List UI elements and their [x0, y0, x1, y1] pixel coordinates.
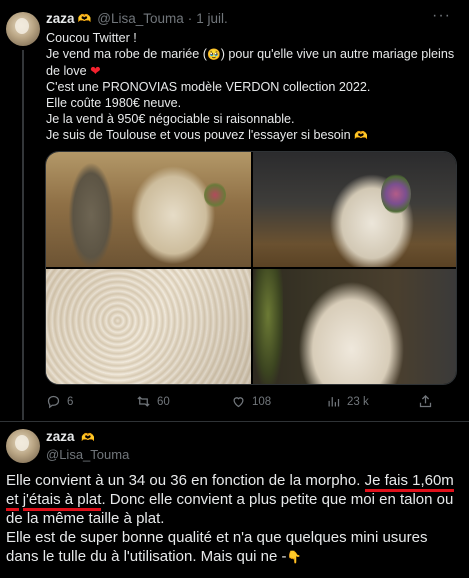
tweet-paragraph: Elle est de super bonne qualité et n'a q… [6, 528, 458, 567]
tweet-line: Coucou Twitter ! [46, 31, 137, 45]
author-handle[interactable]: @Lisa_Touma [97, 11, 184, 26]
lace-detail-photo[interactable] [46, 269, 251, 384]
media-grid [45, 151, 457, 385]
repost-icon [137, 396, 150, 407]
avatar[interactable] [6, 429, 40, 463]
tweet-text: Coucou Twitter ! Je vend ma robe de mari… [46, 30, 458, 144]
repost-count: 60 [157, 395, 170, 408]
reply-count: 6 [67, 395, 74, 408]
author-name[interactable]: zaza [46, 11, 75, 26]
reply-icon [47, 395, 60, 409]
red-heart-icon: ❤ [90, 64, 101, 78]
text-span: Je suis de Toulouse et vous pouvez l'ess… [46, 128, 355, 142]
heart-hands-icon: 🫶 [354, 130, 368, 142]
tweet-line: Je vend ma robe de mariée (🥹) pour qu'el… [46, 46, 458, 79]
repost-button[interactable]: 60 [136, 394, 170, 409]
tweet-main[interactable]: zaza 🫶 @Lisa_Touma · 1 juil. ··· Coucou … [0, 0, 469, 421]
thread-line [22, 50, 24, 420]
pleading-face-icon: 🥹 [207, 49, 221, 61]
pointing-down-icon: 👇 [286, 550, 302, 564]
share-icon [419, 394, 432, 408]
underlined-text: j'étais à plat [22, 491, 102, 511]
heart-icon [233, 397, 244, 408]
text-span: Elle est de super bonne qualité et n'a q… [6, 529, 428, 565]
tweet-line: Elle coûte 1980€ neuve. [46, 96, 182, 110]
views-icon [328, 397, 340, 407]
tweet-header: zaza 🫶 @Lisa_Touma · 1 juil. [46, 11, 228, 26]
avatar[interactable] [6, 12, 40, 46]
heart-hands-icon: 🫶 [81, 432, 95, 444]
tweet-date[interactable]: 1 juil. [196, 11, 228, 26]
tweet-line: Je la vend à 950€ négociable si raisonna… [46, 112, 295, 126]
tweet-header: zaza 🫶 [46, 429, 95, 444]
wedding-couple-photo[interactable] [46, 152, 251, 267]
text-span: Elle convient à un 34 ou 36 en fonction … [6, 472, 365, 489]
separator-dot: · [187, 11, 193, 26]
like-button[interactable]: 108 [231, 394, 271, 409]
author-name[interactable]: zaza [46, 429, 75, 444]
tweet-reply[interactable]: zaza 🫶 @Lisa_Touma Elle convient à un 34… [0, 422, 469, 578]
tweet-line: C'est une PRONOVIAS modèle VERDON collec… [46, 80, 371, 94]
dress-bouquet-photo[interactable] [253, 152, 456, 267]
views-count: 23 k [347, 395, 369, 408]
tweet-text: Elle convient à un 34 ou 36 en fonction … [6, 471, 458, 567]
action-bar: 6 60 108 23 k [46, 394, 458, 412]
tweet-paragraph: Elle convient à un 34 ou 36 en fonction … [6, 471, 458, 528]
text-span: Je vend ma robe de mariée ( [46, 47, 208, 61]
share-button[interactable] [418, 394, 433, 409]
views-button[interactable]: 23 k [326, 394, 369, 409]
more-options-icon[interactable]: ··· [432, 7, 451, 25]
dress-skirt-photo[interactable] [253, 269, 456, 384]
like-count: 108 [252, 395, 272, 408]
author-handle[interactable]: @Lisa_Touma [46, 447, 129, 462]
reply-button[interactable]: 6 [46, 394, 73, 409]
tweet-line: Je suis de Toulouse et vous pouvez l'ess… [46, 127, 458, 144]
heart-hands-icon: 🫶 [77, 13, 92, 25]
